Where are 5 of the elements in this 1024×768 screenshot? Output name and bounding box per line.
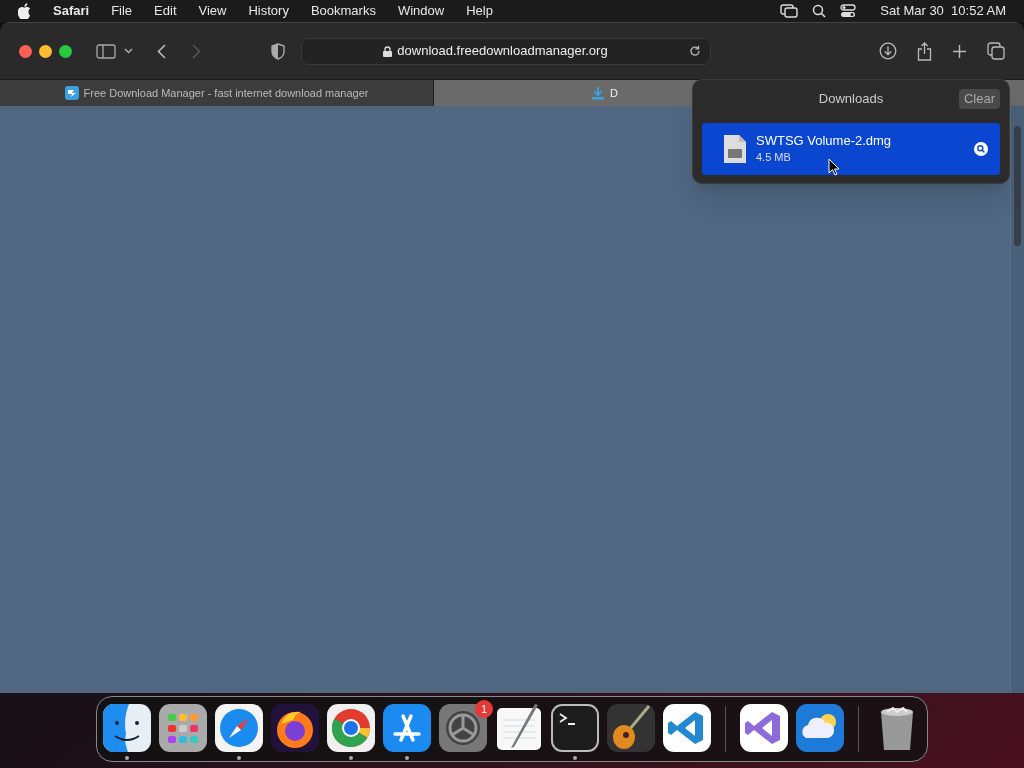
file-name: SWTSG Volume-2.dmg bbox=[756, 133, 893, 149]
notification-badge: 1 bbox=[475, 700, 493, 718]
file-size: 4.5 MB bbox=[756, 150, 792, 165]
popover-title: Downloads bbox=[817, 90, 885, 109]
url-text: download.freedownloadmanager.org bbox=[397, 42, 608, 61]
